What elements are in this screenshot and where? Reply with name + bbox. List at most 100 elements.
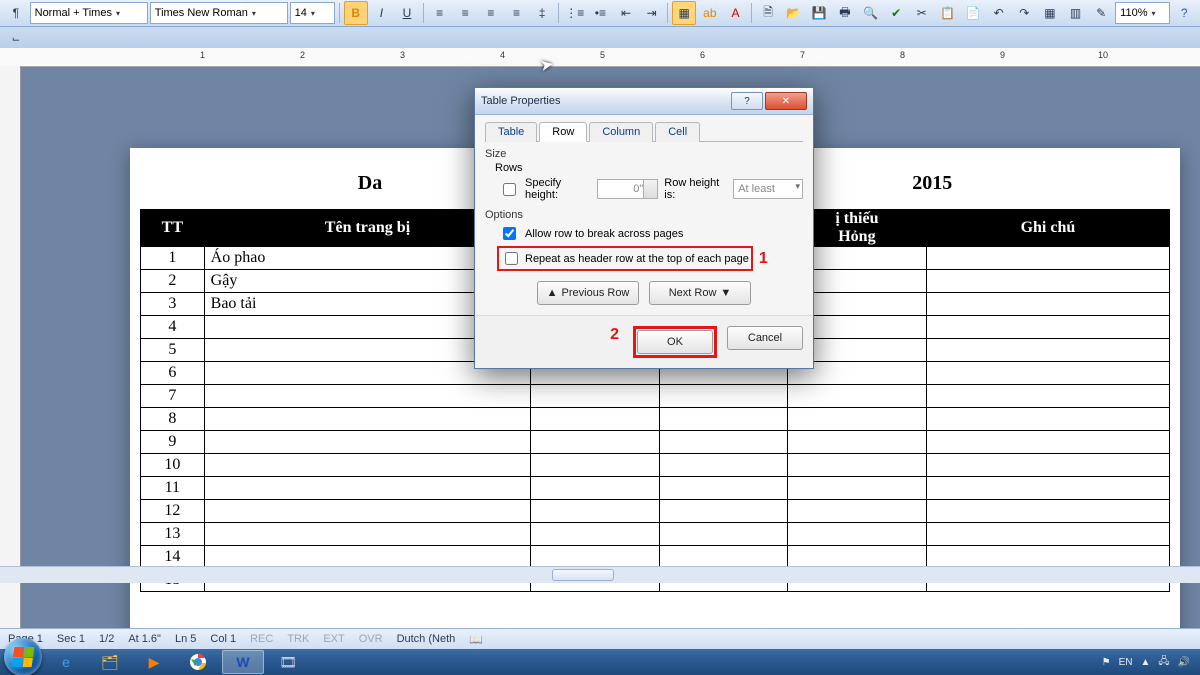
table-row[interactable]: 10 [141,454,1170,477]
cancel-button[interactable]: Cancel [727,326,803,350]
cell-tt[interactable]: 7 [141,385,205,408]
horizontal-scrollbar[interactable] [0,566,1200,583]
cell[interactable] [531,408,659,431]
cell[interactable] [659,454,787,477]
numbered-list-button[interactable]: ⋮≡ [563,1,587,25]
help-button[interactable]: ? [1172,1,1196,25]
tray-network-icon[interactable]: 🖧 [1158,654,1169,671]
cell-name[interactable] [204,408,531,431]
close-button[interactable]: ✕ [765,92,807,110]
cell[interactable] [926,477,1169,500]
dialog-titlebar[interactable]: Table Properties ? ✕ [475,88,813,115]
cell-tt[interactable]: 12 [141,500,205,523]
cell[interactable] [926,523,1169,546]
columns-button[interactable]: ▥ [1064,1,1088,25]
cell[interactable] [659,523,787,546]
open-button[interactable]: 📂 [782,1,806,25]
horizontal-ruler[interactable]: 1 2 3 4 5 6 7 8 9 10 [0,48,1200,67]
tab-row[interactable]: Row [539,122,587,142]
cell[interactable] [659,477,787,500]
cell[interactable] [926,408,1169,431]
next-row-button[interactable]: Next Row ▼ [649,281,751,305]
table-row[interactable]: 11 [141,477,1170,500]
cell-name[interactable] [204,500,531,523]
cell[interactable] [788,500,927,523]
cell[interactable] [926,431,1169,454]
print-button[interactable]: 🖶 [833,1,857,25]
align-justify-button[interactable]: ≡ [505,1,529,25]
cell-tt[interactable]: 3 [141,293,205,316]
cell[interactable] [531,477,659,500]
zoom-combo[interactable]: 110%▾ [1115,2,1170,24]
specify-height-checkbox[interactable] [503,183,516,196]
cell[interactable] [659,431,787,454]
cell-name[interactable] [204,431,531,454]
cell-name[interactable] [204,477,531,500]
cell-tt[interactable]: 4 [141,316,205,339]
tray-volume-icon[interactable]: 🔊 [1178,657,1190,668]
cell[interactable] [926,270,1169,293]
cell[interactable] [788,454,927,477]
cell-name[interactable] [204,523,531,546]
highlight-button[interactable]: ab [698,1,722,25]
height-spinner[interactable]: 0" [597,179,659,199]
cell[interactable] [531,454,659,477]
cell[interactable] [926,454,1169,477]
repeat-header-checkbox[interactable] [505,252,518,265]
explorer-icon[interactable]: 🗂 [90,651,130,673]
border-button[interactable]: ▦ [672,1,696,25]
cell[interactable] [788,385,927,408]
font-combo[interactable]: Times New Roman▾ [150,2,288,24]
table-row[interactable]: 13 [141,523,1170,546]
cell[interactable] [926,339,1169,362]
word-icon[interactable]: W [222,650,264,674]
table-row[interactable]: 12 [141,500,1170,523]
chrome-icon[interactable] [178,651,218,673]
help-button[interactable]: ? [731,92,763,110]
ie-icon[interactable]: e [46,651,86,673]
previous-row-button[interactable]: ▲ Previous Row [537,281,639,305]
cell[interactable] [531,500,659,523]
row-height-select[interactable]: At least [733,179,803,199]
cell-tt[interactable]: 5 [141,339,205,362]
cell[interactable] [926,316,1169,339]
style-combo[interactable]: Normal + Times▾ [30,2,148,24]
tab-table[interactable]: Table [485,122,537,142]
spellcheck-button[interactable]: ✔ [884,1,908,25]
cell-tt[interactable]: 1 [141,247,205,270]
cell[interactable] [926,293,1169,316]
cell[interactable] [531,385,659,408]
status-book-icon[interactable]: 📖 [469,633,483,646]
cell-tt[interactable]: 13 [141,523,205,546]
vertical-ruler[interactable] [0,66,21,629]
cell[interactable] [531,523,659,546]
cell[interactable] [788,431,927,454]
table-row[interactable]: 9 [141,431,1170,454]
cell[interactable] [788,477,927,500]
cell-name[interactable] [204,454,531,477]
status-trk[interactable]: TRK [287,633,309,645]
font-size-combo[interactable]: 14▾ [290,2,335,24]
format-painter-icon[interactable]: ¶ [4,1,28,25]
italic-button[interactable]: I [370,1,394,25]
decrease-indent-button[interactable]: ⇤ [614,1,638,25]
cell[interactable] [926,362,1169,385]
cell[interactable] [659,385,787,408]
table-button[interactable]: ▦ [1038,1,1062,25]
paste-button[interactable]: 📄 [961,1,985,25]
video-app-icon[interactable]: 🎞 [268,651,308,673]
tab-cell[interactable]: Cell [655,122,700,142]
cut-button[interactable]: ✂ [910,1,934,25]
bold-button[interactable]: B [344,1,368,25]
status-lang[interactable]: Dutch (Neth [397,633,456,645]
cell[interactable] [659,408,787,431]
tray-lang[interactable]: EN [1119,657,1133,668]
table-row[interactable]: 8 [141,408,1170,431]
save-button[interactable]: 💾 [808,1,832,25]
start-button[interactable] [4,638,42,675]
bullet-list-button[interactable]: •≡ [589,1,613,25]
cell-tt[interactable]: 2 [141,270,205,293]
preview-button[interactable]: 🔍 [859,1,883,25]
cell-tt[interactable]: 10 [141,454,205,477]
align-right-button[interactable]: ≡ [479,1,503,25]
